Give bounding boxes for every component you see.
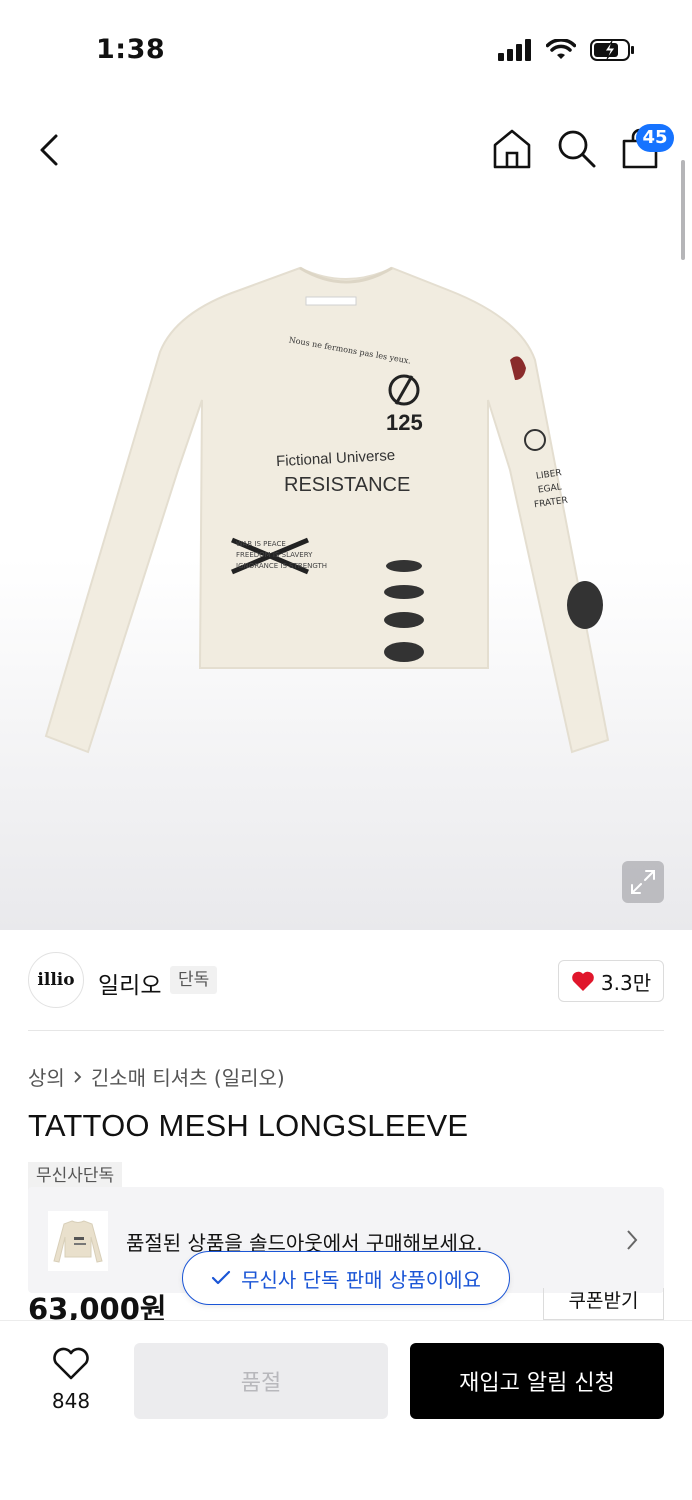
top-navigation: 45 xyxy=(0,110,692,190)
brand-logo[interactable]: illio xyxy=(28,952,84,1008)
price: 63,000원 xyxy=(28,1292,167,1322)
exclusive-tag: 무신사단독 xyxy=(28,1162,123,1190)
back-icon[interactable] xyxy=(30,128,70,172)
home-icon[interactable] xyxy=(490,126,534,172)
brand-exclusive-tag: 단독 xyxy=(170,966,218,994)
breadcrumb: 상의 긴소매 티셔츠 (일리오) xyxy=(28,1062,285,1091)
print-line-2: RESISTANCE xyxy=(284,474,411,496)
battery-icon xyxy=(590,39,634,61)
expand-icon xyxy=(631,870,655,894)
breadcrumb-category[interactable]: 상의 xyxy=(28,1062,65,1091)
print-number: 125 xyxy=(386,410,423,435)
exclusive-sale-text: 무신사 단독 판매 상품이에요 xyxy=(241,1267,481,1292)
scrollbar[interactable] xyxy=(681,160,685,260)
coupon-label: 쿠폰받기 xyxy=(568,1290,639,1312)
status-time: 1:38 xyxy=(96,34,166,65)
status-icons xyxy=(498,38,636,62)
exclusive-sale-pill[interactable]: 무신사 단독 판매 상품이에요 xyxy=(182,1251,510,1305)
search-icon[interactable] xyxy=(554,126,598,172)
soldout-button[interactable]: 품절 xyxy=(134,1343,388,1419)
heart-outline-icon xyxy=(53,1347,89,1380)
restock-alert-button[interactable]: 재입고 알림 신청 xyxy=(410,1343,664,1419)
brand-like-count: 3.3만 xyxy=(600,970,652,995)
brand-row: illio 일리오 단독 3.3만 xyxy=(0,946,692,1016)
status-bar: 1:38 xyxy=(0,0,692,100)
product-title: TATTOO MESH LONGSLEEVE xyxy=(28,1108,469,1143)
soldout-thumbnail xyxy=(48,1211,108,1271)
cart-count-badge: 45 xyxy=(636,124,674,152)
wishlist-button[interactable]: 848 xyxy=(40,1347,102,1413)
brand-like-button[interactable]: 3.3만 xyxy=(558,960,664,1002)
expand-image-button[interactable] xyxy=(622,861,664,903)
coupon-button[interactable]: 쿠폰받기 xyxy=(543,1288,664,1320)
divider xyxy=(28,1030,664,1031)
chevron-right-icon xyxy=(74,1070,82,1083)
brand-name[interactable]: 일리오 xyxy=(98,966,161,1000)
breadcrumb-subcategory[interactable]: 긴소매 티셔츠 (일리오) xyxy=(91,1062,285,1091)
bottom-action-bar: 848 품절 재입고 알림 신청 xyxy=(0,1320,692,1500)
wishlist-count: 848 xyxy=(51,1389,91,1413)
signal-icon xyxy=(498,39,531,61)
heart-filled-icon xyxy=(572,971,594,991)
wifi-icon xyxy=(546,39,576,59)
print-crossed-2: FREEDOM IS SLAVERY xyxy=(236,551,313,559)
check-icon xyxy=(211,1270,231,1285)
print-crossed-1: WAR IS PEACE xyxy=(236,540,286,548)
brand-logo-text: illio xyxy=(37,970,75,990)
print-crossed-3: IGNORANCE IS STRENGTH xyxy=(236,562,328,570)
chevron-right-icon xyxy=(627,1230,638,1250)
